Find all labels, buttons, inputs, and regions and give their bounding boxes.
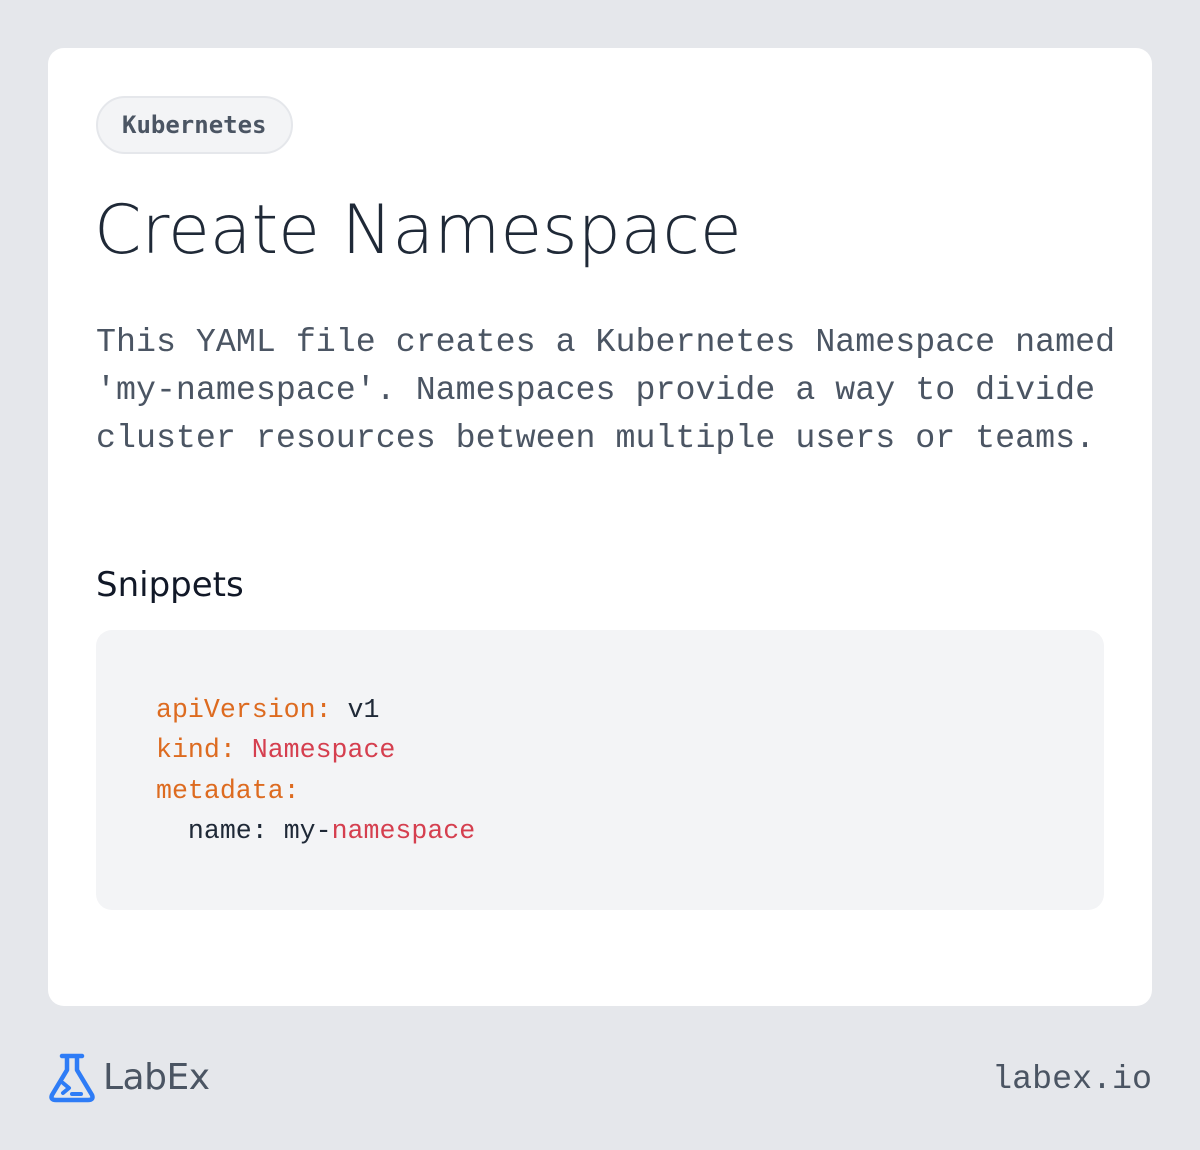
code-snippet: apiVersion: v1 kind: Namespace metadata:… [96,630,1104,910]
snippets-heading: Snippets [96,565,244,605]
yaml-key: metadata: [156,775,300,806]
yaml-key: name: [187,815,268,846]
yaml-value: Namespace [251,735,396,766]
yaml-key: kind: [156,735,236,766]
category-tag[interactable]: Kubernetes [96,96,293,154]
description: This YAML file creates a Kubernetes Name… [96,323,1116,457]
yaml-value: namespace [331,815,476,846]
labex-logo[interactable]: LabEx [48,1052,210,1104]
page-title: Create Namespace [94,191,742,270]
yaml-key: apiVersion: [156,695,332,725]
logo-text: LabEx [103,1057,210,1098]
site-url[interactable]: labex.io [992,1054,1152,1104]
yaml-code: apiVersion: v1 kind: Namespace metadata:… [156,690,475,851]
yaml-value: v1 [347,695,380,725]
content-card: Kubernetes Create Namespace This YAML fi… [48,48,1152,1006]
flask-terminal-icon [49,1053,95,1103]
yaml-value: my- [283,815,332,846]
